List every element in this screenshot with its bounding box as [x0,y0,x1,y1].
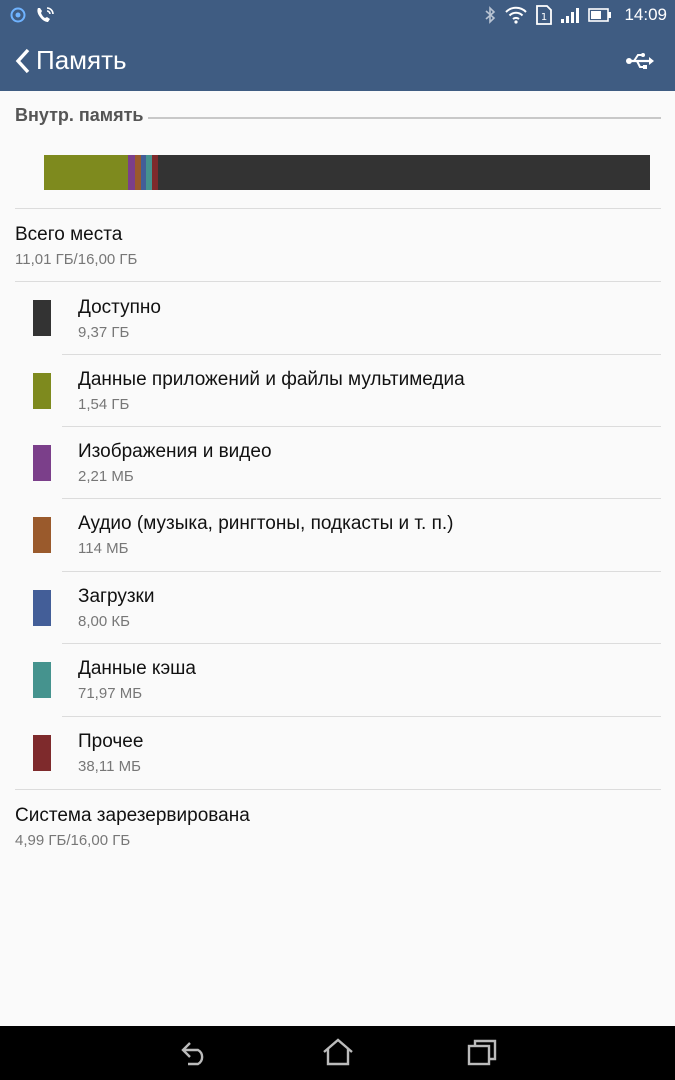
item-value: 71,97 МБ [78,685,143,702]
storage-item-audio[interactable]: Аудио (музыка, рингтоны, подкасты и т. п… [0,499,675,571]
usage-segment-app-data [44,155,128,190]
phone-call-icon [34,5,56,25]
assistant-icon [10,7,26,23]
storage-item-images[interactable]: Изображения и видео 2,21 МБ [0,427,675,498]
up-navigation[interactable]: Память [14,45,127,76]
color-swatch [33,735,51,771]
total-label: Всего места [15,224,123,245]
system-value: 4,99 ГБ/16,00 ГБ [15,832,131,849]
sim-label: 1 [541,12,547,23]
divider [15,208,661,209]
storage-item-app-data[interactable]: Данные приложений и файлы мультимедиа 1,… [0,355,675,426]
item-value: 1,54 ГБ [78,396,130,413]
sim-icon: 1 [536,5,553,25]
status-right: 1 14:09 [484,5,667,25]
item-label: Изображения и видео [78,441,272,462]
item-value: 114 МБ [78,540,129,557]
system-label: Система зарезервирована [15,805,250,826]
navigation-bar [0,1026,675,1080]
color-swatch [33,662,51,698]
total-space-row: Всего места 11,01 ГБ/16,00 ГБ [0,222,675,280]
item-label: Аудио (музыка, рингтоны, подкасты и т. п… [78,513,454,534]
clock: 14:09 [624,5,667,24]
color-swatch [33,590,51,626]
wifi-icon [504,6,528,24]
item-value: 8,00 КБ [78,613,130,630]
storage-item-cache[interactable]: Данные кэша 71,97 МБ [0,644,675,716]
recent-apps-icon[interactable] [466,1038,498,1066]
usage-segment-available [157,155,650,190]
usage-segment-images [127,155,135,190]
section-header: Внутр. память [15,103,661,127]
item-value: 38,11 МБ [78,758,141,775]
item-label: Доступно [78,297,161,318]
storage-item-downloads[interactable]: Загрузки 8,00 КБ [0,572,675,643]
storage-usage-bar [44,155,650,190]
item-label: Данные приложений и файлы мультимедиа [78,369,465,390]
item-value: 2,21 МБ [78,468,134,485]
color-swatch [33,373,51,409]
action-bar: Память [0,30,675,91]
storage-item-available[interactable]: Доступно 9,37 ГБ [0,282,675,354]
total-value: 11,01 ГБ/16,00 ГБ [15,251,138,268]
storage-item-misc[interactable]: Прочее 38,11 МБ [0,717,675,788]
home-icon[interactable] [322,1038,354,1066]
system-reserved-row: Система зарезервирована 4,99 ГБ/16,00 ГБ [0,802,675,860]
section-divider [147,117,661,119]
battery-icon [588,8,612,22]
divider [15,789,661,790]
section-title: Внутр. память [15,104,144,125]
back-icon[interactable] [178,1038,210,1066]
bluetooth-icon [484,6,496,24]
color-swatch [33,517,51,553]
item-label: Данные кэша [78,658,196,679]
chevron-left-icon[interactable] [14,47,32,75]
status-bar: 1 14:09 [0,0,675,30]
status-left [10,5,56,25]
signal-icon [560,7,580,23]
color-swatch [33,445,51,481]
item-value: 9,37 ГБ [78,324,130,341]
page-title: Память [36,45,127,75]
item-label: Загрузки [78,586,155,607]
item-label: Прочее [78,731,144,752]
color-swatch [33,300,51,336]
usb-icon[interactable] [625,51,655,71]
